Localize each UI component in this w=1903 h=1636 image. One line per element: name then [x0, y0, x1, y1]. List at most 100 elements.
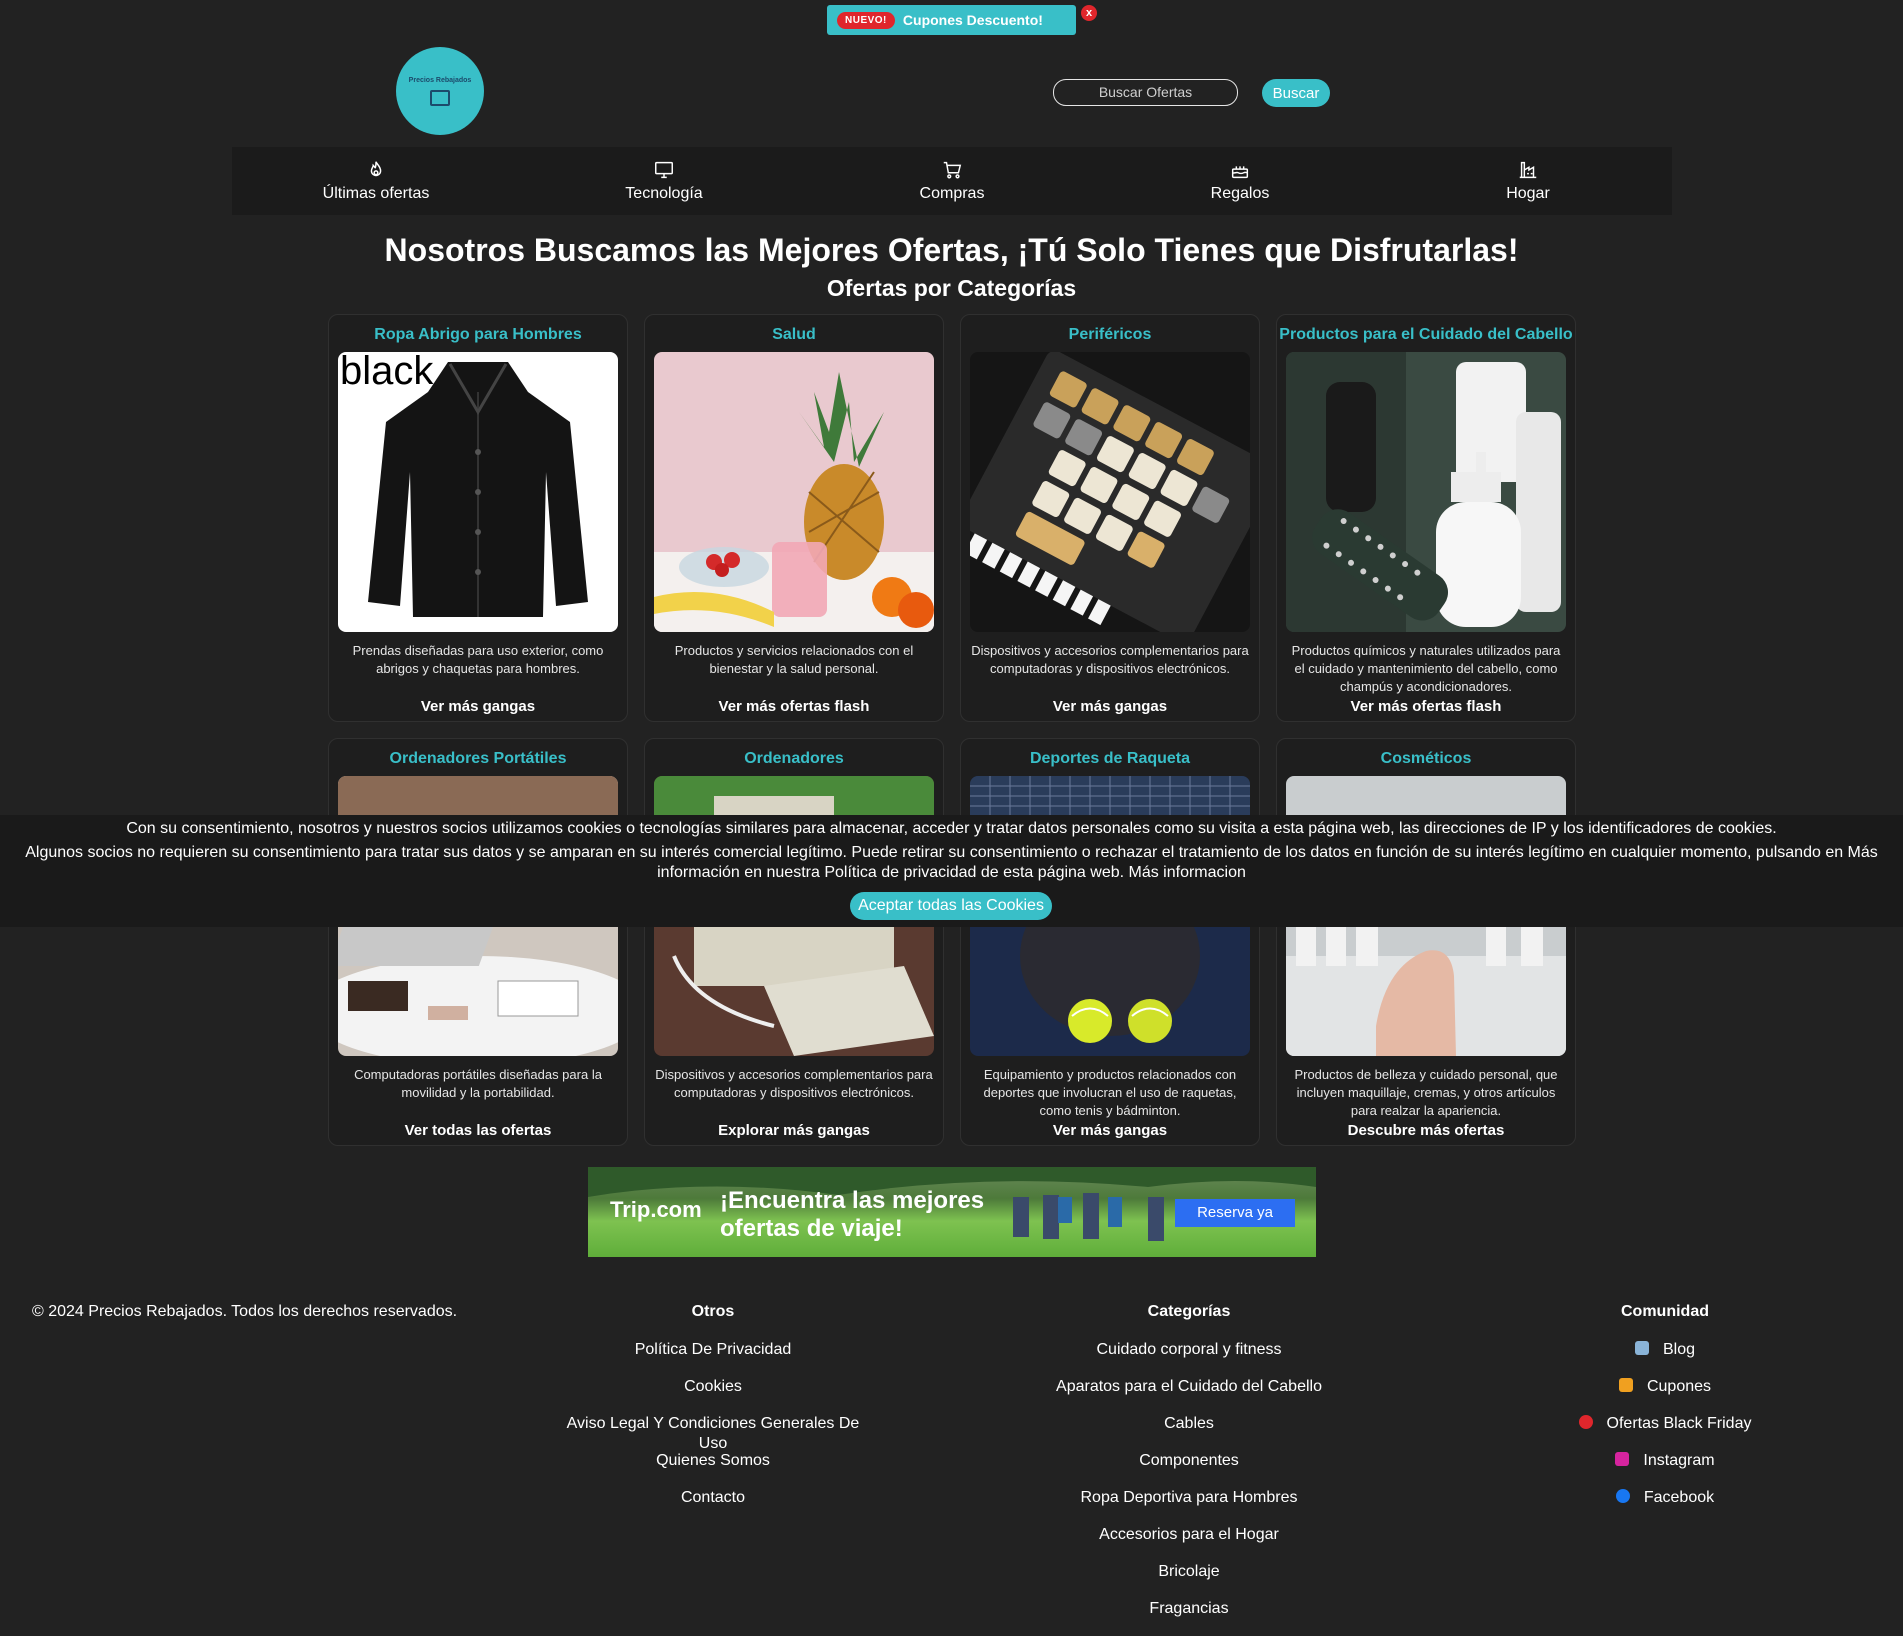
cake-icon [1231, 166, 1249, 179]
search-button[interactable]: Buscar [1262, 79, 1330, 107]
category-card[interactable]: Ropa Abrigo para Hombres black Prendas d… [328, 314, 628, 722]
ad-slogan-line: ¡Encuentra las mejores [720, 1187, 985, 1214]
card-link[interactable]: Ver más ofertas flash [1277, 698, 1575, 715]
footer-link[interactable]: Quienes Somos [553, 1451, 873, 1488]
card-image-health[interactable] [654, 352, 934, 632]
card-description: Productos químicos y naturales utilizado… [1291, 643, 1561, 694]
card-title[interactable]: Periféricos [961, 326, 1259, 346]
accept-cookies-button[interactable]: Aceptar todas las Cookies [850, 892, 1052, 920]
card-link[interactable]: Ver todas las ofertas [329, 1122, 627, 1139]
footer-heading: Otros [691, 1303, 735, 1320]
card-image-coat[interactable]: black [338, 352, 618, 632]
coupon-promo-banner[interactable]: NUEVO! Cupones Descuento! [827, 5, 1076, 35]
footer-link[interactable]: Cuidado corporal y fitness [1029, 1340, 1349, 1377]
factory-icon [1519, 161, 1537, 179]
card-link[interactable]: Ver más gangas [961, 1122, 1259, 1139]
card-link[interactable]: Ver más ofertas flash [645, 698, 943, 715]
site-logo[interactable]: Precios Rebajados [396, 47, 484, 135]
footer-col-otros: Otros Política De Privacidad Cookies Avi… [553, 1303, 873, 1525]
footer-col-categorias: Categorías Cuidado corporal y fitness Ap… [1029, 1303, 1349, 1636]
nav-label: Hogar [1506, 185, 1550, 202]
footer-link-label: Blog [1662, 1341, 1696, 1358]
facebook-icon [1615, 1489, 1630, 1503]
footer-link[interactable]: Accesorios para el Hogar [1029, 1525, 1349, 1562]
new-badge: NUEVO! [837, 11, 895, 29]
card-title[interactable]: Deportes de Raqueta [961, 750, 1259, 770]
main-nav: Últimas ofertas Tecnología Compras Regal… [232, 147, 1672, 215]
card-link[interactable]: Ver más gangas [961, 698, 1259, 715]
card-link[interactable]: Descubre más ofertas [1277, 1122, 1575, 1139]
blog-icon [1634, 1341, 1649, 1355]
footer-link[interactable]: Componentes [1029, 1451, 1349, 1488]
card-description: Dispositivos y accesorios complementario… [655, 1067, 933, 1100]
cookie-text: Con su consentimiento, nosotros y nuestr… [126, 820, 1777, 837]
footer-link-label: Cupones [1646, 1378, 1712, 1395]
footer-link[interactable]: Aviso Legal Y Condiciones Generales De U… [553, 1414, 873, 1452]
image-text: black [340, 352, 434, 393]
category-card[interactable]: Ordenadores Dispositivos y accesorios co… [644, 738, 944, 1146]
flame-icon [370, 161, 382, 177]
card-title[interactable]: Ordenadores Portátiles [329, 750, 627, 770]
coupon-icon [1618, 1378, 1633, 1392]
nav-label: Compras [919, 185, 985, 202]
nav-label: Últimas ofertas [322, 185, 430, 202]
instagram-icon [1615, 1452, 1630, 1466]
search-input[interactable] [1053, 79, 1238, 106]
card-image-keyboard[interactable] [970, 352, 1250, 632]
card-title[interactable]: Productos para el Cuidado del Cabello [1277, 326, 1575, 346]
page-headline: Nosotros Buscamos las Mejores Ofertas, ¡… [384, 232, 1519, 268]
footer-link[interactable]: Fragancias [1029, 1599, 1349, 1636]
footer-link[interactable]: Bricolaje [1029, 1562, 1349, 1599]
category-card[interactable]: Deportes de Raqueta Equipamiento y produ… [960, 738, 1260, 1146]
black-friday-icon [1578, 1415, 1593, 1429]
category-card[interactable]: Salud Productos y servicios relacionados… [644, 314, 944, 722]
nav-label: Tecnología [625, 185, 703, 202]
card-title[interactable]: Salud [645, 326, 943, 346]
card-description: Productos y servicios relacionados con e… [674, 643, 914, 676]
footer-link-cupones[interactable]: Cupones [1505, 1377, 1825, 1414]
card-description: Prendas diseñadas para uso exterior, com… [352, 643, 604, 676]
category-card[interactable]: Productos para el Cuidado del Cabello Pr… [1276, 314, 1576, 722]
card-title[interactable]: Ropa Abrigo para Hombres [329, 326, 627, 346]
footer-link[interactable]: Ropa Deportiva para Hombres [1029, 1488, 1349, 1525]
section-title: Ofertas por Categorías [826, 275, 1077, 301]
trip-ad-banner[interactable]: Trip.com ¡Encuentra las mejores ofertas … [588, 1167, 1316, 1257]
category-grid: Ropa Abrigo para Hombres black Prendas d… [328, 314, 1576, 1146]
footer-link-instagram[interactable]: Instagram [1505, 1451, 1825, 1488]
category-card[interactable]: Ordenadores Portátiles Computadoras port… [328, 738, 628, 1146]
card-description: Equipamiento y productos relacionados co… [983, 1067, 1237, 1118]
promo-text: Cupones Descuento! [902, 12, 1043, 28]
footer-link-label: Instagram [1643, 1452, 1715, 1469]
footer-link[interactable]: Cables [1029, 1414, 1349, 1451]
cart-icon [943, 161, 962, 179]
category-card[interactable]: Periféricos Dispositivos y accesorios co… [960, 314, 1260, 722]
card-title[interactable]: Cosméticos [1277, 750, 1575, 770]
footer-link-label: Facebook [1643, 1489, 1715, 1506]
card-link[interactable]: Explorar más gangas [645, 1122, 943, 1139]
nav-item-hogar[interactable]: Hogar [1384, 147, 1672, 215]
nav-item-tecnologia[interactable]: Tecnología [520, 147, 808, 215]
category-card[interactable]: Cosméticos Productos de belleza y cuidad… [1276, 738, 1576, 1146]
footer-link-blog[interactable]: Blog [1505, 1340, 1825, 1377]
nav-item-ultimas-ofertas[interactable]: Últimas ofertas [232, 147, 520, 215]
close-icon[interactable]: x [1081, 5, 1097, 21]
ad-reserve-button[interactable]: Reserva ya [1175, 1199, 1295, 1227]
nav-label: Regalos [1210, 185, 1270, 202]
ad-brand: Trip.com [610, 1197, 702, 1222]
ad-slogan-line: ofertas de viaje! [720, 1215, 903, 1242]
footer-link[interactable]: Cookies [553, 1377, 873, 1414]
footer-link[interactable]: Contacto [553, 1488, 873, 1525]
footer-link[interactable]: Aparatos para el Cuidado del Cabello [1029, 1377, 1349, 1414]
card-title[interactable]: Ordenadores [645, 750, 943, 770]
footer-col-comunidad: Comunidad Blog Cupones Ofertas Black Fri… [1505, 1303, 1825, 1525]
footer: © 2024 Precios Rebajados. Todos los dere… [0, 1285, 1903, 1617]
footer-link[interactable]: Política De Privacidad [553, 1340, 873, 1377]
coins-icon [430, 89, 450, 106]
footer-link-black-friday[interactable]: Ofertas Black Friday [1505, 1414, 1825, 1451]
nav-item-regalos[interactable]: Regalos [1096, 147, 1384, 215]
card-link[interactable]: Ver más gangas [329, 698, 627, 715]
nav-item-compras[interactable]: Compras [808, 147, 1096, 215]
footer-heading: Comunidad [1621, 1303, 1709, 1320]
footer-link-facebook[interactable]: Facebook [1505, 1488, 1825, 1525]
card-image-hair-care[interactable] [1286, 352, 1566, 632]
